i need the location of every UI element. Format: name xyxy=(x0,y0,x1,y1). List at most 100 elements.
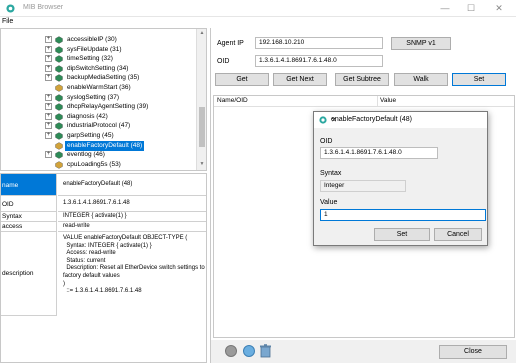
prop-syntax-value: INTEGER { activate(1) } xyxy=(63,213,127,219)
tree-item-label: cpuLoading5s (53) xyxy=(67,160,121,168)
mib-browser-app-icon xyxy=(319,116,327,124)
mib-node-icon xyxy=(55,122,63,131)
set-button[interactable]: Set xyxy=(452,73,506,86)
tree-item[interactable]: cpuLoading30s (54) xyxy=(1,169,197,171)
close-button[interactable]: Close xyxy=(439,345,507,359)
expand-icon[interactable]: + xyxy=(45,74,52,82)
tree-item[interactable]: + accessibleIP (30) xyxy=(1,35,197,45)
prop-name-label-cell: name xyxy=(1,174,57,196)
tree-item[interactable]: + garpSetting (45) xyxy=(1,131,197,141)
mib-node-icon xyxy=(55,113,63,121)
prop-oid-value: 1.3.6.1.4.1.8691.7.6.1.48 xyxy=(63,200,130,206)
dialog-value-label: Value xyxy=(320,199,338,206)
mib-tree[interactable]: ▲ ▼ + accessibleIP (30) + sysFileUpdate (31… xyxy=(0,28,207,171)
mib-node-icon xyxy=(55,93,63,102)
tree-item[interactable]: + timeSetting (32) xyxy=(1,54,197,64)
expand-icon[interactable]: + xyxy=(45,36,52,43)
expand-icon[interactable]: + xyxy=(45,45,52,53)
maximize-button[interactable]: ☐ xyxy=(460,2,482,15)
mib-browser-app-icon xyxy=(6,4,15,13)
scroll-up-icon[interactable]: ▲ xyxy=(198,30,206,38)
mib-node-icon xyxy=(55,103,63,111)
prop-oid-value-cell: 1.3.6.1.4.1.8691.7.6.1.48 xyxy=(58,196,206,212)
mib-node-icon xyxy=(55,36,63,44)
stop-icon[interactable] xyxy=(225,345,237,357)
tree-item[interactable]: enableWarmStart (36) xyxy=(1,83,197,93)
set-value-dialog: enableFactoryDefault (48) ✕ OID 1.3.6.1.… xyxy=(313,111,488,246)
prop-oid-label: OID xyxy=(2,201,14,208)
dialog-title-bar: enableFactoryDefault (48) ✕ xyxy=(314,112,487,128)
mib-node-icon xyxy=(55,141,63,150)
walk-button[interactable]: Walk xyxy=(394,73,448,86)
tree-item[interactable]: + dipSwitchSetting (34) xyxy=(1,64,197,74)
prop-name-value: enableFactoryDefault (48) xyxy=(63,181,133,187)
tree-item[interactable]: + eventlog (46) xyxy=(1,150,197,160)
col-header-name-oid[interactable]: Name/OID xyxy=(217,97,248,104)
get-subtree-button[interactable]: Get Subtree xyxy=(335,73,389,86)
prop-access-label: access xyxy=(2,223,23,230)
prop-access-value-cell: read-write xyxy=(58,222,206,232)
tree-item-label: diagnosis (42) xyxy=(67,112,108,120)
mib-node-icon xyxy=(55,74,63,83)
expand-icon[interactable]: + xyxy=(45,103,52,111)
trash-icon[interactable] xyxy=(259,344,272,358)
title-bar: MIB Browser — ☐ ✕ xyxy=(0,0,516,17)
prop-syntax-label: Syntax xyxy=(2,213,22,220)
snmp-version-button[interactable]: SNMP v1 xyxy=(391,37,451,50)
tree-item-label: dhcpRelayAgentSetting (39) xyxy=(67,103,149,111)
tree-item-label: backupMediaSetting (35) xyxy=(67,74,140,82)
minimize-button[interactable]: — xyxy=(434,2,456,15)
tree-item-label: sysFileUpdate (31) xyxy=(67,45,122,53)
scroll-down-icon[interactable]: ▼ xyxy=(198,161,206,169)
expand-icon[interactable]: + xyxy=(45,122,52,130)
mib-node-icon xyxy=(55,65,63,73)
dialog-value-input[interactable]: 1 xyxy=(320,209,486,221)
tree-item[interactable]: + industrialProtocol (47) xyxy=(1,121,197,131)
tree-item-label: dipSwitchSetting (34) xyxy=(67,64,129,72)
expand-icon[interactable]: + xyxy=(45,64,52,72)
dialog-oid-input[interactable]: 1.3.6.1.4.1.8691.7.6.1.48.0 xyxy=(320,147,438,159)
tree-item[interactable]: + sysFileUpdate (31) xyxy=(1,45,197,55)
window-title: MIB Browser xyxy=(23,4,64,11)
expand-icon[interactable]: + xyxy=(45,132,52,139)
tree-item[interactable]: + syslogSetting (37) xyxy=(1,93,197,103)
tree-item[interactable]: + dhcpRelayAgentSetting (39) xyxy=(1,102,197,112)
dialog-oid-label: OID xyxy=(320,138,333,145)
tree-item[interactable]: enableFactoryDefault (48) xyxy=(1,140,197,151)
mib-node-icon xyxy=(55,132,63,140)
column-divider[interactable] xyxy=(377,96,378,107)
expand-icon[interactable]: + xyxy=(45,55,52,63)
expand-icon[interactable]: + xyxy=(45,151,52,159)
tree-item-label: cpuLoading30s (54) xyxy=(65,169,126,170)
prop-syntax-label-cell: Syntax xyxy=(1,212,57,222)
tree-item[interactable]: + backupMediaSetting (35) xyxy=(1,73,197,83)
oid-input[interactable]: 1.3.6.1.4.1.8691.7.6.1.48.0 xyxy=(255,55,383,67)
get-button[interactable]: Get xyxy=(215,73,269,86)
mib-node-icon xyxy=(55,170,63,171)
tree-scrollbar[interactable]: ▲ ▼ xyxy=(196,29,206,170)
prop-description-label: description xyxy=(2,270,34,277)
agent-ip-input[interactable]: 192.168.10.210 xyxy=(255,37,383,49)
refresh-icon[interactable] xyxy=(243,345,255,357)
mib-node-icon xyxy=(55,151,63,159)
tree-scroll-thumb[interactable] xyxy=(199,107,205,147)
prop-description-value-cell: VALUE enableFactoryDefault OBJECT-TYPE (… xyxy=(58,232,206,316)
tree-item-label: enableFactoryDefault (48) xyxy=(65,140,145,151)
dialog-set-button[interactable]: Set xyxy=(374,228,430,241)
expand-icon[interactable]: + xyxy=(45,93,52,101)
get-next-button[interactable]: Get Next xyxy=(273,73,327,86)
close-window-button[interactable]: ✕ xyxy=(488,2,510,15)
prop-description-value: VALUE enableFactoryDefault OBJECT-TYPE (… xyxy=(63,235,205,295)
dialog-title: enableFactoryDefault (48) xyxy=(331,116,412,123)
mib-node-icon xyxy=(55,84,63,92)
dialog-cancel-button[interactable]: Cancel xyxy=(434,228,482,241)
menu-file[interactable]: File xyxy=(2,18,13,25)
tree-item[interactable]: cpuLoading5s (53) xyxy=(1,160,197,170)
tree-item-label: timeSetting (32) xyxy=(67,55,113,63)
results-header: Name/OID Value xyxy=(214,96,514,107)
expand-icon[interactable]: + xyxy=(45,112,52,120)
tree-item[interactable]: + diagnosis (42) xyxy=(1,112,197,122)
dialog-close-icon[interactable]: ✕ xyxy=(331,116,337,124)
property-panel: name enableFactoryDefault (48) OID 1.3.6… xyxy=(0,173,207,363)
col-header-value[interactable]: Value xyxy=(380,97,396,104)
